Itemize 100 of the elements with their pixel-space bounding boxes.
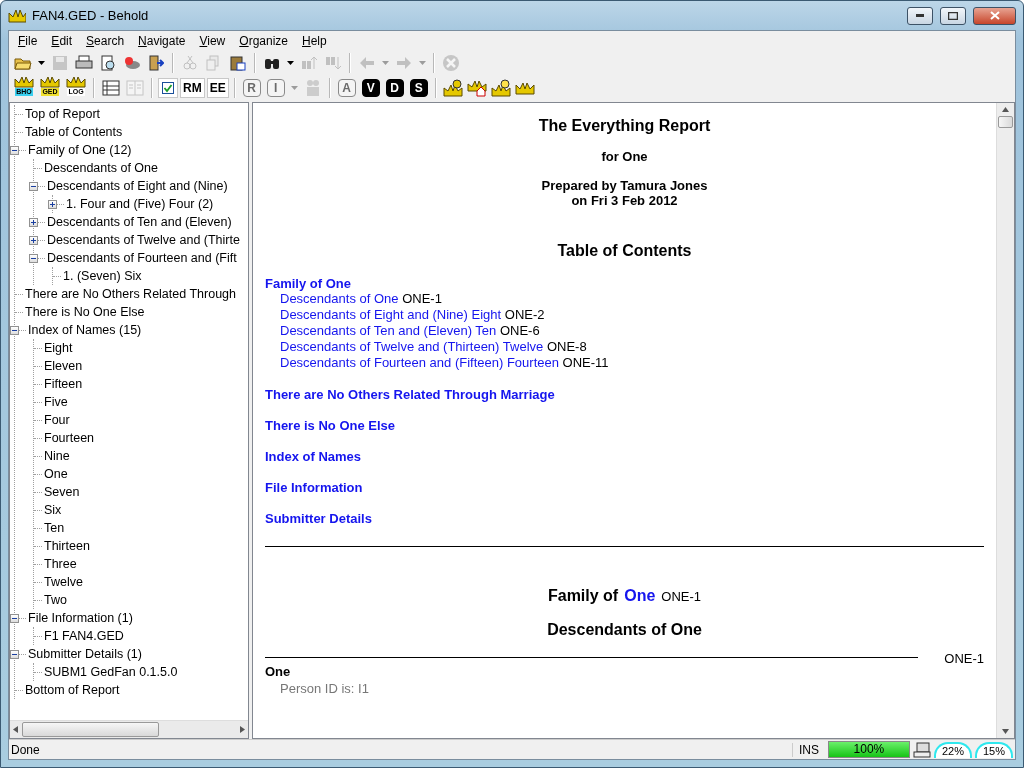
window-title: FAN4.GED - Behold (32, 8, 150, 23)
toc-link[interactable]: There is No One Else (265, 418, 396, 433)
close-button[interactable] (973, 6, 1016, 25)
toc-link[interactable]: Descendants of Fourteen and (Fifteen) Fourteen (280, 355, 559, 370)
report-title: The Everything Report (537, 117, 712, 135)
tree-item[interactable]: Descendants of One (42, 161, 160, 175)
toc-link[interactable]: Index of Names (265, 449, 362, 464)
tree-item[interactable]: Eight (42, 341, 75, 355)
horizontal-scrollbar[interactable] (10, 720, 248, 738)
usage-gauge: 15% (974, 741, 1013, 758)
letter-button[interactable]: V (361, 78, 380, 97)
tree-item[interactable]: File Information (1) (26, 611, 135, 625)
tree-item[interactable]: Seven (42, 485, 82, 499)
menu-item[interactable]: View (192, 33, 233, 48)
collapse-icon[interactable] (10, 145, 19, 155)
collapse-icon[interactable] (10, 649, 19, 659)
collapse-icon[interactable] (10, 325, 19, 335)
tree-item[interactable]: Submitter Details (1) (26, 647, 144, 661)
page-reference: ONE-2 (504, 307, 545, 322)
toc-link[interactable]: There are No Others Related Through Marriage (265, 387, 555, 402)
tree-item[interactable]: Descendants of Ten and (Eleven) (45, 215, 234, 229)
status-message: Done (11, 742, 41, 757)
tree-item[interactable]: Family of One (12) (26, 143, 134, 157)
tree-item[interactable]: Six (42, 503, 64, 517)
scroll-down-icon[interactable] (1002, 729, 1009, 734)
menu-item[interactable]: File (11, 33, 45, 48)
toc-heading: Table of Contents (556, 242, 693, 260)
toc-link[interactable]: Descendants of Twelve and (Thirteen) Twelve (280, 339, 544, 354)
tree-item[interactable]: F1 FAN4.GED (42, 629, 126, 643)
collapse-icon[interactable] (29, 181, 38, 191)
maximize-button[interactable] (940, 6, 966, 25)
tree-item[interactable]: Three (42, 557, 79, 571)
prepared-by-text: Prepared by Tamura Jones on Fri 3 Feb 2012 (540, 178, 709, 208)
close-icon (989, 11, 1000, 20)
report-subtitle: for One (600, 149, 649, 164)
toc-link[interactable]: Descendants of Ten and (Eleven) Ten (280, 323, 497, 338)
page-reference: ONE-1 (402, 291, 442, 306)
page-reference: ONE-1 (661, 589, 702, 604)
person-name: One (265, 664, 292, 679)
tree-item[interactable]: Fourteen (42, 431, 97, 445)
tree-item[interactable]: Thirteen (42, 539, 92, 553)
scroll-up-icon[interactable] (1002, 107, 1009, 112)
toggle-button[interactable]: EE (206, 77, 229, 98)
tree-item[interactable]: Descendants of Fourteen and (Fift (45, 251, 239, 265)
letter-button[interactable]: D (385, 78, 404, 97)
scroll-thumb[interactable] (22, 722, 159, 737)
menu-item[interactable]: Search (79, 33, 132, 48)
tree-item[interactable]: Bottom of Report (23, 683, 122, 697)
tree-item[interactable]: Index of Names (15) (26, 323, 144, 337)
tree-item[interactable]: 1. Four and (Five) Four (2) (64, 197, 216, 211)
toc-link[interactable]: Descendants of One (280, 291, 399, 306)
checkbox[interactable] (158, 77, 178, 98)
tree-item[interactable]: Eleven (42, 359, 85, 373)
vertical-scrollbar[interactable] (996, 103, 1014, 738)
expand-icon[interactable] (29, 217, 38, 227)
collapse-icon[interactable] (10, 613, 19, 623)
toc-link[interactable]: Submitter Details (265, 511, 372, 526)
tree-item[interactable]: Fifteen (42, 377, 85, 391)
tree-item[interactable]: Descendants of Eight and (Nine) (45, 179, 230, 193)
menu-item[interactable]: Organize (232, 33, 295, 48)
tree-item[interactable]: Table of Contents (23, 125, 125, 139)
page-reference: ONE-8 (546, 339, 587, 354)
tree-item[interactable]: There is No One Else (23, 305, 147, 319)
tree-item[interactable]: 1. (Seven) Six (61, 269, 144, 283)
tree-item[interactable]: Descendants of Twelve and (Thirte (45, 233, 242, 247)
page-reference: ONE-6 (499, 323, 540, 338)
person-link[interactable]: One (624, 587, 656, 605)
tree-item[interactable]: Two (42, 593, 69, 607)
tree-item[interactable]: Top of Report (23, 107, 103, 121)
section-subheading: Descendants of One (546, 621, 703, 639)
toggle-button[interactable]: RM (180, 77, 205, 98)
menu-item[interactable]: Help (295, 33, 334, 48)
person-detail: Person ID is: I1 (279, 681, 370, 696)
progress-bar: 100% (827, 741, 910, 758)
section-heading: Family of (547, 587, 619, 605)
tree-item[interactable]: Twelve (42, 575, 85, 589)
tree-item[interactable]: Four (42, 413, 72, 427)
scroll-left-icon[interactable] (13, 726, 18, 733)
scroll-right-icon[interactable] (240, 726, 245, 733)
tree-item[interactable]: One (42, 467, 70, 481)
toc-link[interactable]: Family of One (265, 276, 351, 291)
toc-link[interactable]: File Information (265, 480, 363, 495)
tree-item[interactable]: Five (42, 395, 70, 409)
expand-icon[interactable] (29, 235, 38, 245)
menu-item[interactable]: Navigate (131, 33, 193, 48)
menu-item[interactable]: Edit (44, 33, 80, 48)
minimize-button[interactable] (907, 6, 933, 25)
letter-button[interactable]: S (409, 78, 428, 97)
insert-mode-indicator: INS (791, 742, 825, 757)
tree-item[interactable]: SUBM1 GedFan 0.1.5.0 (42, 665, 180, 679)
collapse-icon[interactable] (29, 253, 38, 263)
scroll-thumb[interactable] (998, 116, 1013, 128)
minimize-icon (916, 14, 924, 17)
expand-icon[interactable] (48, 199, 57, 209)
tree-item[interactable]: Ten (42, 521, 67, 535)
usage-gauge: 22% (933, 741, 972, 758)
tree-item[interactable]: There are No Others Related Through (23, 287, 238, 301)
toc-link[interactable]: Descendants of Eight and (Nine) Eight (280, 307, 502, 322)
tree-item[interactable]: Nine (42, 449, 72, 463)
page-reference: ONE-11 (562, 355, 609, 370)
